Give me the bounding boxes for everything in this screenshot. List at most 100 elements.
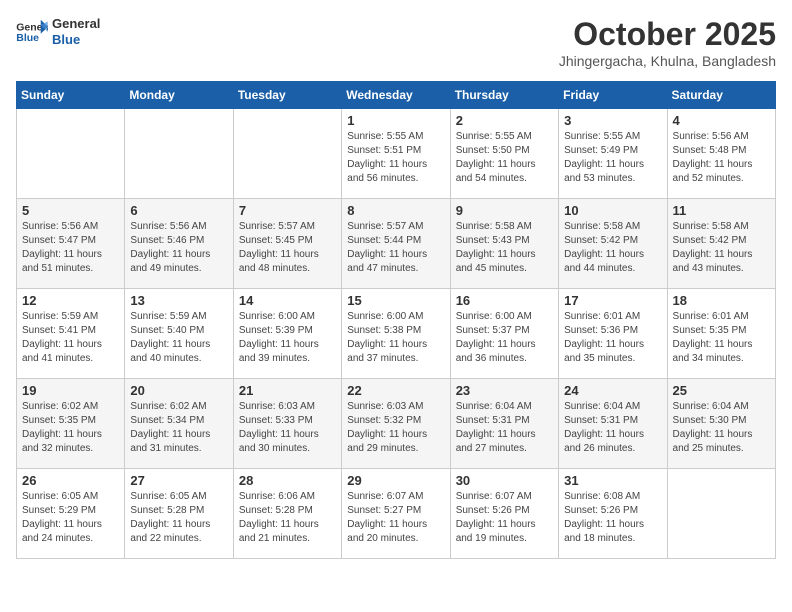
day-info: Sunrise: 6:00 AMSunset: 5:37 PMDaylight:… — [456, 310, 553, 366]
calendar-cell: 19Sunrise: 6:02 AMSunset: 5:35 PMDayligh… — [17, 379, 125, 469]
calendar-cell: 23Sunrise: 6:04 AMSunset: 5:31 PMDayligh… — [450, 379, 558, 469]
logo-blue: Blue — [52, 32, 100, 48]
day-number: 20 — [130, 383, 227, 398]
day-number: 14 — [239, 293, 336, 308]
day-info: Sunrise: 5:56 AMSunset: 5:47 PMDaylight:… — [22, 220, 119, 276]
day-info: Sunrise: 6:00 AMSunset: 5:38 PMDaylight:… — [347, 310, 444, 366]
day-info: Sunrise: 6:07 AMSunset: 5:26 PMDaylight:… — [456, 490, 553, 546]
day-number: 10 — [564, 203, 661, 218]
weekday-header-sunday: Sunday — [17, 82, 125, 109]
day-number: 26 — [22, 473, 119, 488]
calendar-cell — [667, 469, 775, 559]
calendar-cell: 25 Sunrise: 6:04 AMSunset: 5:30 PMDayligh… — [667, 379, 775, 469]
day-number: 9 — [456, 203, 553, 218]
calendar-cell: 26Sunrise: 6:05 AMSunset: 5:29 PMDayligh… — [17, 469, 125, 559]
day-number: 29 — [347, 473, 444, 488]
calendar-cell: 27Sunrise: 6:05 AMSunset: 5:28 PMDayligh… — [125, 469, 233, 559]
calendar-cell: 24Sunrise: 6:04 AMSunset: 5:31 PMDayligh… — [559, 379, 667, 469]
day-info: Sunrise: 5:58 AMSunset: 5:42 PMDaylight:… — [673, 220, 770, 276]
location: Jhingergacha, Khulna, Bangladesh — [559, 53, 776, 69]
day-info: Sunrise: 6:03 AMSunset: 5:32 PMDaylight:… — [347, 400, 444, 456]
day-number: 25 — [673, 383, 770, 398]
week-row-5: 26Sunrise: 6:05 AMSunset: 5:29 PMDayligh… — [17, 469, 776, 559]
day-number: 4 — [673, 113, 770, 128]
calendar-cell: 14 Sunrise: 6:00 AMSunset: 5:39 PMDayligh… — [233, 289, 341, 379]
day-number: 16 — [456, 293, 553, 308]
calendar-cell: 31 Sunrise: 6:08 AMSunset: 5:26 PMDayligh… — [559, 469, 667, 559]
calendar-cell: 15 Sunrise: 6:00 AMSunset: 5:38 PMDayligh… — [342, 289, 450, 379]
day-info: Sunrise: 6:06 AMSunset: 5:28 PMDaylight:… — [239, 490, 336, 546]
day-info: Sunrise: 6:04 AMSunset: 5:30 PMDaylight:… — [673, 400, 770, 456]
weekday-header-monday: Monday — [125, 82, 233, 109]
calendar-cell: 11 Sunrise: 5:58 AMSunset: 5:42 PMDayligh… — [667, 199, 775, 289]
day-info: Sunrise: 5:58 AMSunset: 5:42 PMDaylight:… — [564, 220, 661, 276]
day-number: 11 — [673, 203, 770, 218]
day-number: 22 — [347, 383, 444, 398]
calendar-cell: 13 Sunrise: 5:59 AMSunset: 5:40 PMDayligh… — [125, 289, 233, 379]
logo-icon: General Blue — [16, 18, 48, 46]
day-number: 19 — [22, 383, 119, 398]
calendar-cell: 9 Sunrise: 5:58 AMSunset: 5:43 PMDaylight… — [450, 199, 558, 289]
calendar-cell: 3 Sunrise: 5:55 AMSunset: 5:49 PMDaylight… — [559, 109, 667, 199]
day-number: 30 — [456, 473, 553, 488]
day-number: 31 — [564, 473, 661, 488]
calendar-cell: 1 Sunrise: 5:55 AMSunset: 5:51 PMDaylight… — [342, 109, 450, 199]
calendar-cell: 4 Sunrise: 5:56 AMSunset: 5:48 PMDaylight… — [667, 109, 775, 199]
calendar-cell: 20 Sunrise: 6:02 AMSunset: 5:34 PMDayligh… — [125, 379, 233, 469]
day-number: 2 — [456, 113, 553, 128]
calendar-cell: 7Sunrise: 5:57 AMSunset: 5:45 PMDaylight… — [233, 199, 341, 289]
svg-text:Blue: Blue — [16, 31, 39, 43]
day-number: 3 — [564, 113, 661, 128]
week-row-1: 1 Sunrise: 5:55 AMSunset: 5:51 PMDaylight… — [17, 109, 776, 199]
day-info: Sunrise: 6:03 AMSunset: 5:33 PMDaylight:… — [239, 400, 336, 456]
day-number: 23 — [456, 383, 553, 398]
day-info: Sunrise: 6:07 AMSunset: 5:27 PMDaylight:… — [347, 490, 444, 546]
day-number: 17 — [564, 293, 661, 308]
day-number: 1 — [347, 113, 444, 128]
calendar-cell — [125, 109, 233, 199]
calendar-cell: 28 Sunrise: 6:06 AMSunset: 5:28 PMDayligh… — [233, 469, 341, 559]
day-info: Sunrise: 5:59 AMSunset: 5:41 PMDaylight:… — [22, 310, 119, 366]
calendar-cell — [233, 109, 341, 199]
calendar-cell: 2 Sunrise: 5:55 AMSunset: 5:50 PMDaylight… — [450, 109, 558, 199]
day-number: 7 — [239, 203, 336, 218]
calendar-cell: 16 Sunrise: 6:00 AMSunset: 5:37 PMDayligh… — [450, 289, 558, 379]
weekday-header-tuesday: Tuesday — [233, 82, 341, 109]
day-info: Sunrise: 5:58 AMSunset: 5:43 PMDaylight:… — [456, 220, 553, 276]
day-info: Sunrise: 6:02 AMSunset: 5:34 PMDaylight:… — [130, 400, 227, 456]
logo-general: General — [52, 16, 100, 32]
day-info: Sunrise: 6:00 AMSunset: 5:39 PMDaylight:… — [239, 310, 336, 366]
day-number: 27 — [130, 473, 227, 488]
day-info: Sunrise: 5:55 AMSunset: 5:51 PMDaylight:… — [347, 130, 444, 186]
calendar-cell: 17 Sunrise: 6:01 AMSunset: 5:36 PMDayligh… — [559, 289, 667, 379]
weekday-header-saturday: Saturday — [667, 82, 775, 109]
calendar-cell: 30 Sunrise: 6:07 AMSunset: 5:26 PMDayligh… — [450, 469, 558, 559]
calendar-cell: 5Sunrise: 5:56 AMSunset: 5:47 PMDaylight… — [17, 199, 125, 289]
day-number: 28 — [239, 473, 336, 488]
calendar-cell: 29 Sunrise: 6:07 AMSunset: 5:27 PMDayligh… — [342, 469, 450, 559]
day-info: Sunrise: 5:59 AMSunset: 5:40 PMDaylight:… — [130, 310, 227, 366]
day-number: 6 — [130, 203, 227, 218]
day-info: Sunrise: 6:08 AMSunset: 5:26 PMDaylight:… — [564, 490, 661, 546]
day-info: Sunrise: 6:04 AMSunset: 5:31 PMDaylight:… — [564, 400, 661, 456]
calendar-cell — [17, 109, 125, 199]
calendar-cell: 21 Sunrise: 6:03 AMSunset: 5:33 PMDayligh… — [233, 379, 341, 469]
calendar-cell: 10 Sunrise: 5:58 AMSunset: 5:42 PMDayligh… — [559, 199, 667, 289]
day-info: Sunrise: 6:01 AMSunset: 5:36 PMDaylight:… — [564, 310, 661, 366]
calendar-cell: 12Sunrise: 5:59 AMSunset: 5:41 PMDayligh… — [17, 289, 125, 379]
calendar-table: SundayMondayTuesdayWednesdayThursdayFrid… — [16, 81, 776, 559]
day-info: Sunrise: 5:55 AMSunset: 5:50 PMDaylight:… — [456, 130, 553, 186]
page-header: General Blue General Blue October 2025 J… — [16, 16, 776, 69]
weekday-header-wednesday: Wednesday — [342, 82, 450, 109]
day-info: Sunrise: 5:55 AMSunset: 5:49 PMDaylight:… — [564, 130, 661, 186]
day-number: 8 — [347, 203, 444, 218]
day-number: 21 — [239, 383, 336, 398]
day-info: Sunrise: 5:56 AMSunset: 5:48 PMDaylight:… — [673, 130, 770, 186]
day-number: 18 — [673, 293, 770, 308]
weekday-header-thursday: Thursday — [450, 82, 558, 109]
day-number: 13 — [130, 293, 227, 308]
calendar-cell: 22 Sunrise: 6:03 AMSunset: 5:32 PMDayligh… — [342, 379, 450, 469]
week-row-4: 19Sunrise: 6:02 AMSunset: 5:35 PMDayligh… — [17, 379, 776, 469]
title-block: October 2025 Jhingergacha, Khulna, Bangl… — [559, 16, 776, 69]
day-number: 15 — [347, 293, 444, 308]
